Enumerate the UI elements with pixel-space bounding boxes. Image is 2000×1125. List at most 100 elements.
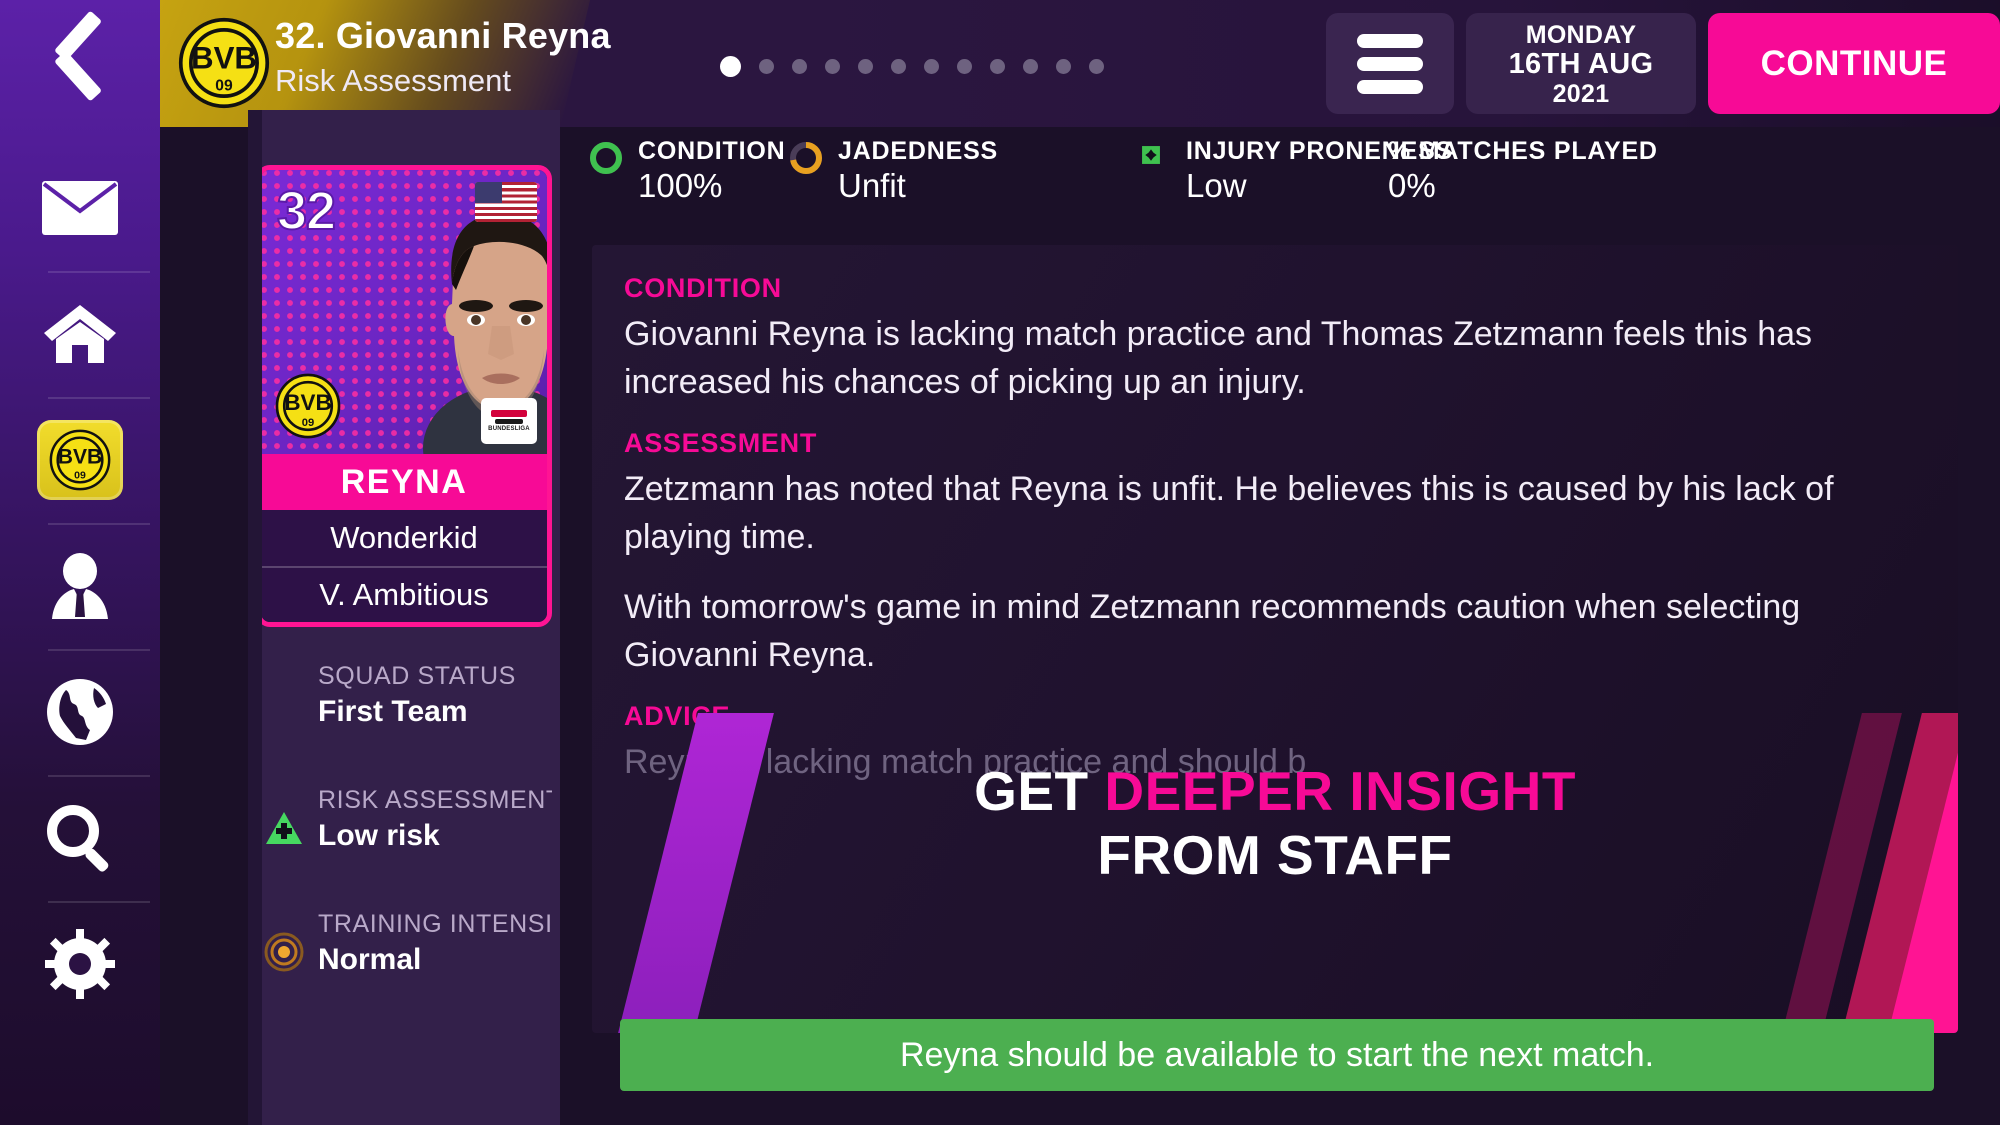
advice-heading: ADVICE <box>624 701 731 731</box>
date-day-month: 16TH AUG <box>1508 47 1654 80</box>
jadedness-ring-icon <box>790 142 822 174</box>
assessment-text-2: With tomorrow's game in mind Zetzmann re… <box>624 588 1801 674</box>
sidebar-item-home[interactable] <box>0 271 160 397</box>
manager-person-icon <box>44 553 116 619</box>
usa-flag-icon <box>475 182 537 222</box>
stat-label: CONDITION <box>638 137 786 165</box>
header-titles: 32. Giovanni Reyna Risk Assessment <box>275 12 611 102</box>
stat-text: JADEDNESS Unfit <box>838 136 998 206</box>
sidebar-item-inbox[interactable] <box>0 145 160 271</box>
stat-value: Unfit <box>838 167 906 204</box>
page-title: 32. Giovanni Reyna <box>275 15 611 56</box>
assessment-text: Zetzmann has noted that Reyna is unfit. … <box>624 470 1834 556</box>
app-header: BVB 09 32. Giovanni Reyna Risk Assessmen… <box>160 0 2000 127</box>
status-banner-text: Reyna should be available to start the n… <box>899 1035 1655 1074</box>
continue-button-label: CONTINUE <box>1760 43 1948 83</box>
player-panel-edge <box>248 110 262 1125</box>
sidebar-item-world[interactable] <box>0 649 160 775</box>
continue-button[interactable]: CONTINUE <box>1708 13 2000 114</box>
stat-jadedness: JADEDNESS Unfit <box>790 136 1120 206</box>
fm-mobile-screen: BVB 09 BVB 09 32. Giovanni Reyna Risk As… <box>0 0 2000 1125</box>
info-value: Low risk <box>318 819 440 852</box>
condition-heading: CONDITION <box>624 273 782 303</box>
player-trait-2-label: V. Ambitious <box>319 577 489 612</box>
page-dot-10[interactable] <box>1056 59 1071 74</box>
info-label: RISK ASSESSMENT <box>318 786 552 814</box>
player-trait-1-label: Wonderkid <box>330 520 478 555</box>
page-dot-9[interactable] <box>1023 59 1038 74</box>
info-value: First Team <box>318 695 468 728</box>
stat-injury-proneness: INJURY PRONENESS Low <box>1138 136 1452 206</box>
page-dot-3[interactable] <box>825 59 840 74</box>
stat-value: 100% <box>638 167 723 204</box>
player-surname-label: REYNA <box>340 462 468 501</box>
info-row-squad-status: SQUAD STATUS First Team <box>256 660 552 732</box>
svg-text:BVB: BVB <box>58 446 103 469</box>
stat-matches-played: % MATCHES PLAYED 0% <box>1388 136 1688 206</box>
date-button[interactable]: MONDAY 16TH AUG 2021 <box>1466 13 1696 114</box>
back-button[interactable] <box>0 0 160 135</box>
page-dot-4[interactable] <box>858 59 873 74</box>
player-trait-1: Wonderkid <box>261 510 547 566</box>
player-card-photo: 32 BVB 09 BUNDESLIGA <box>261 170 547 454</box>
stat-text: CONDITION 100% <box>638 136 785 206</box>
player-panel: 32 BVB 09 BUNDESLIGA REYNA Wonderkid V. … <box>248 110 560 1125</box>
svg-text:BVB: BVB <box>191 41 257 76</box>
page-dot-5[interactable] <box>891 59 906 74</box>
page-dot-11[interactable] <box>1089 59 1104 74</box>
search-magnifier-icon <box>45 803 115 873</box>
date-weekday: MONDAY <box>1525 20 1637 49</box>
hamburger-menu-button[interactable] <box>1326 13 1454 114</box>
world-globe-icon <box>46 678 114 746</box>
stat-value: 0% <box>1388 167 1436 204</box>
svg-text:BVB: BVB <box>284 390 331 415</box>
sidebar-nav: BVB 09 <box>0 135 160 1027</box>
stat-condition: CONDITION 100% <box>590 136 790 206</box>
info-row-training-intensi: TRAINING INTENSI.. Normal <box>256 908 552 980</box>
page-dot-8[interactable] <box>990 59 1005 74</box>
training-intensity-target-icon <box>264 932 304 972</box>
info-row-risk-assessment: RISK ASSESSMENT Low risk <box>256 784 552 856</box>
player-info-list: SQUAD STATUS First Team RISK ASSESSMENT Low… <box>256 660 552 1032</box>
club-badge-bvb-icon: BVB 09 <box>275 373 341 444</box>
report-panel: CONDITION Giovanni Reyna is lacking matc… <box>592 245 1958 1033</box>
page-indicator-dots[interactable] <box>720 56 1104 77</box>
info-label: SQUAD STATUS <box>318 662 516 690</box>
left-sidebar: BVB 09 <box>0 0 160 1125</box>
advice-text: Reyna is lacking match practice and shou… <box>624 743 1307 781</box>
player-card[interactable]: 32 BVB 09 BUNDESLIGA REYNA Wonderkid V. … <box>256 165 552 627</box>
sidebar-item-manager[interactable] <box>0 523 160 649</box>
date-year: 2021 <box>1552 79 1610 108</box>
condition-ring-icon <box>590 142 622 174</box>
assessment-heading: ASSESSMENT <box>624 428 818 458</box>
inbox-envelope-icon <box>41 180 119 236</box>
page-dot-0[interactable] <box>720 56 741 77</box>
info-value: Normal <box>318 943 422 976</box>
bundesliga-badge-icon: BUNDESLIGA <box>481 398 537 444</box>
injury-proneness-icon <box>1138 142 1170 174</box>
sidebar-item-settings[interactable] <box>0 901 160 1027</box>
hamburger-menu-icon-bar2 <box>1357 56 1423 71</box>
stat-text: % MATCHES PLAYED 0% <box>1388 136 1658 206</box>
page-dot-1[interactable] <box>759 59 774 74</box>
squad-number: 32 <box>276 180 337 242</box>
page-dot-6[interactable] <box>924 59 939 74</box>
sidebar-item-club[interactable]: BVB 09 <box>0 397 160 523</box>
hamburger-menu-icon-bar3 <box>1357 79 1423 94</box>
sidebar-item-search[interactable] <box>0 775 160 901</box>
player-trait-2: V. Ambitious <box>261 566 547 622</box>
page-subtitle: Risk Assessment <box>275 63 512 98</box>
report-body: CONDITION Giovanni Reyna is lacking matc… <box>592 245 1958 1033</box>
back-chevron-icon <box>54 30 106 106</box>
svg-text:09: 09 <box>302 417 314 429</box>
page-dot-2[interactable] <box>792 59 807 74</box>
page-dot-7[interactable] <box>957 59 972 74</box>
status-banner: Reyna should be available to start the n… <box>620 1019 1934 1091</box>
header-actions: MONDAY 16TH AUG 2021 CONTINUE <box>1326 13 2000 114</box>
hamburger-menu-icon <box>1357 33 1423 48</box>
info-label: TRAINING INTENSI.. <box>318 910 552 938</box>
condition-text: Giovanni Reyna is lacking match practice… <box>624 315 1813 401</box>
stat-label: % MATCHES PLAYED <box>1388 137 1658 165</box>
home-icon <box>42 303 118 365</box>
player-stats-strip: CONDITION 100% JADEDNESS Unfit INJURY PRONEN… <box>590 136 1980 222</box>
